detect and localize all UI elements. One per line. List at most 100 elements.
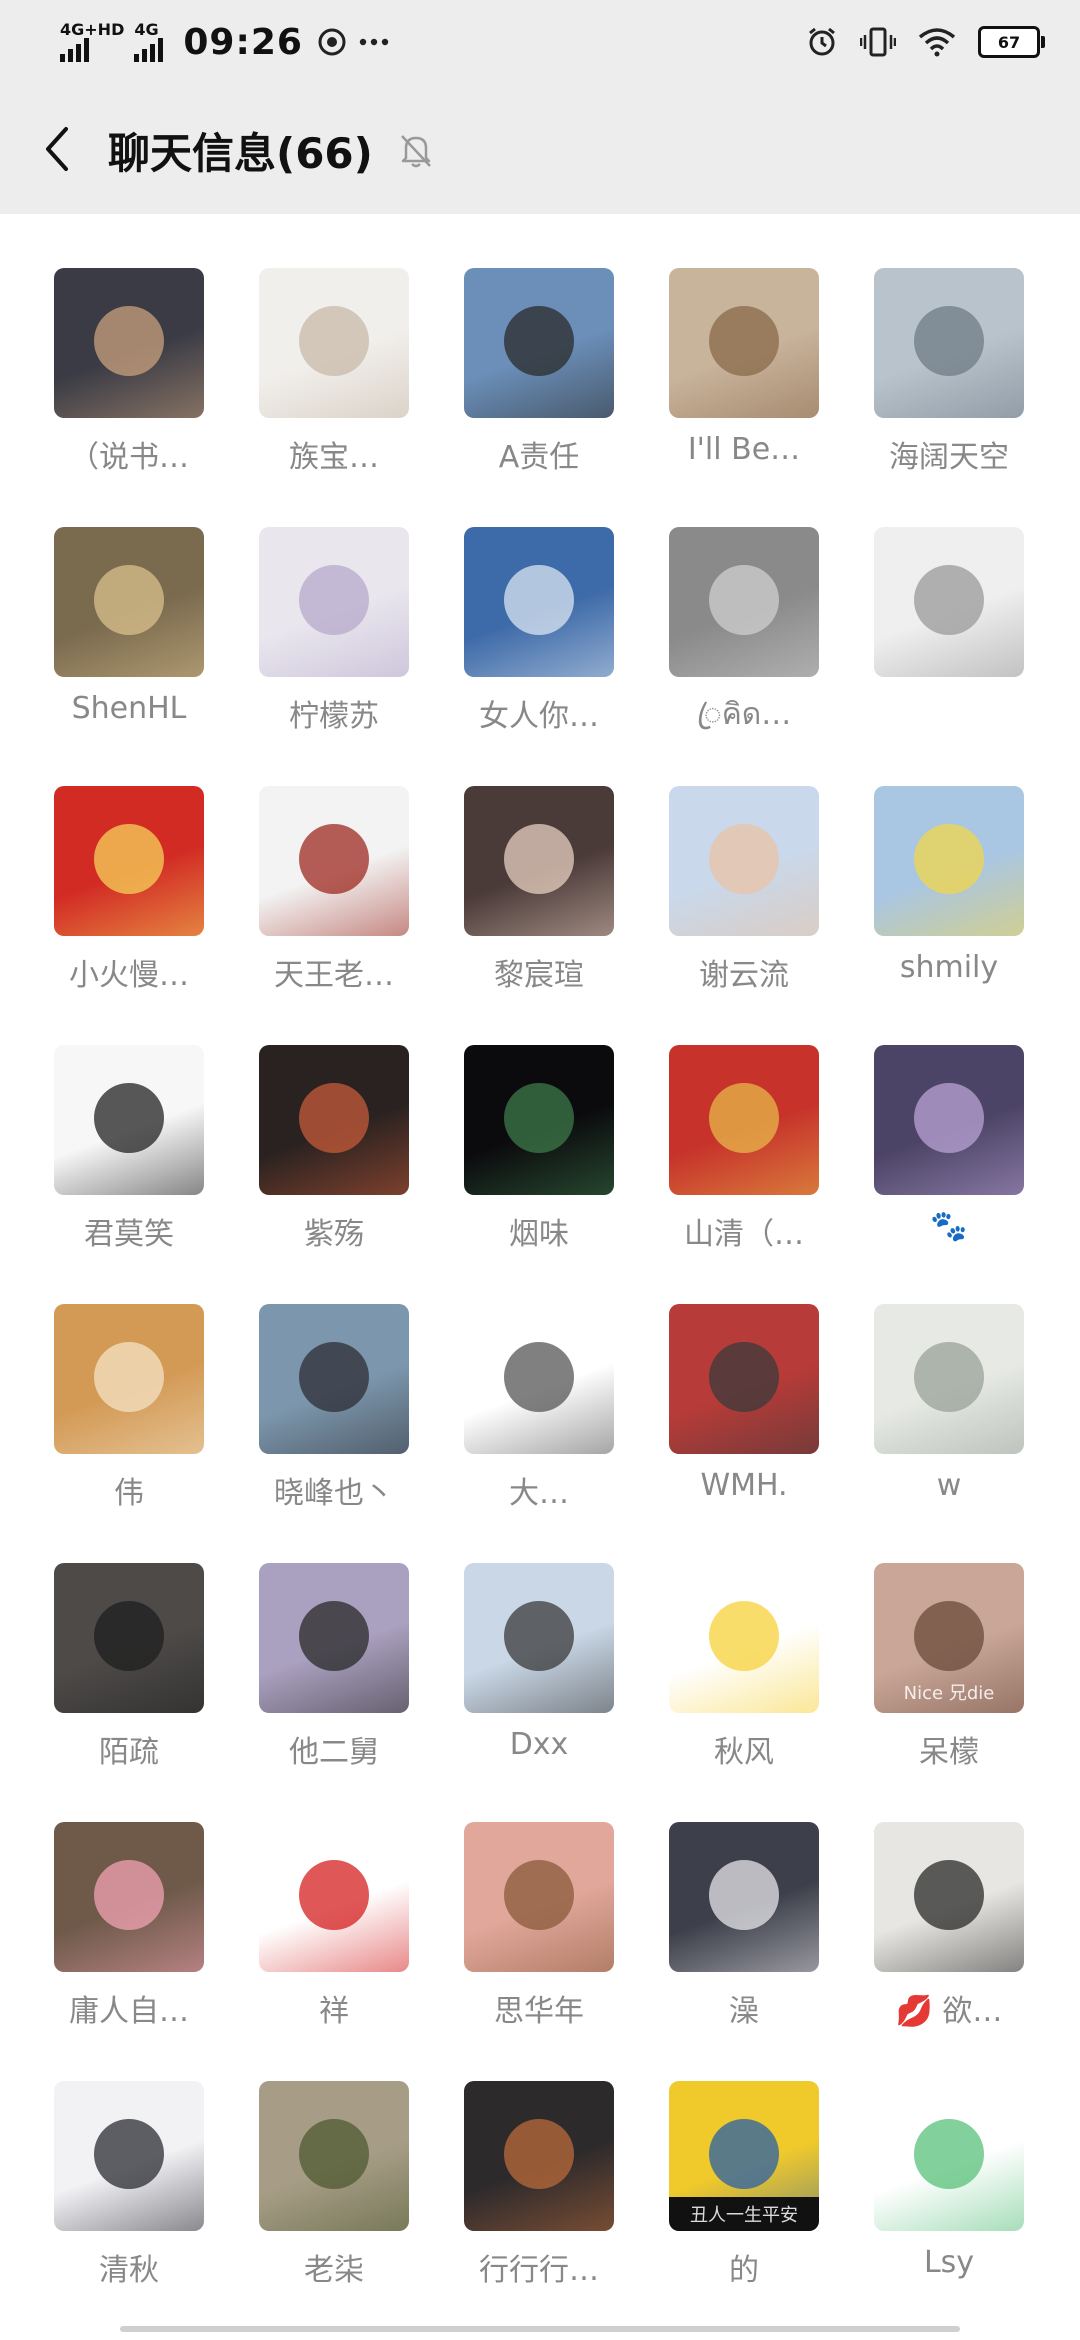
member-row: 小火慢… 天王老… 黎宸瑄 谢云流 shmily xyxy=(0,786,1080,1045)
member-item[interactable]: 伟 xyxy=(54,1304,259,1563)
avatar-figure xyxy=(504,2119,574,2189)
member-name: 呆檬 xyxy=(919,1735,979,1770)
avatar[interactable] xyxy=(54,1304,204,1454)
member-item[interactable]: shmily xyxy=(874,786,1079,1045)
member-item[interactable]: Lsy xyxy=(874,2081,1079,2340)
member-item[interactable] xyxy=(874,527,1079,786)
avatar[interactable] xyxy=(54,2081,204,2231)
member-item[interactable]: 君莫笑 xyxy=(54,1045,259,1304)
avatar[interactable] xyxy=(464,786,614,936)
member-name: ꦿคิด… xyxy=(696,697,792,732)
avatar[interactable] xyxy=(54,1045,204,1195)
member-item[interactable]: Dxx xyxy=(464,1563,669,1822)
member-name: w xyxy=(936,1468,962,1503)
avatar[interactable] xyxy=(464,1304,614,1454)
avatar[interactable]: 丑人一生平安 xyxy=(669,2081,819,2231)
avatar[interactable] xyxy=(874,1045,1024,1195)
avatar[interactable] xyxy=(54,1563,204,1713)
member-item[interactable]: 黎宸瑄 xyxy=(464,786,669,1045)
member-item[interactable]: 山清（… xyxy=(669,1045,874,1304)
member-item[interactable]: 老柒 xyxy=(259,2081,464,2340)
avatar[interactable] xyxy=(669,268,819,418)
member-item[interactable]: 秋风 xyxy=(669,1563,874,1822)
avatar[interactable] xyxy=(259,1822,409,1972)
member-name: 女人你… xyxy=(479,699,599,734)
avatar[interactable] xyxy=(464,268,614,418)
avatar-figure xyxy=(709,306,779,376)
member-item[interactable]: 清秋 xyxy=(54,2081,259,2340)
avatar-figure xyxy=(94,1601,164,1671)
avatar[interactable] xyxy=(669,527,819,677)
avatar[interactable] xyxy=(464,2081,614,2231)
avatar[interactable] xyxy=(259,1045,409,1195)
avatar[interactable] xyxy=(874,2081,1024,2231)
avatar-figure xyxy=(299,565,369,635)
member-item[interactable]: （说书… xyxy=(54,268,259,527)
avatar[interactable] xyxy=(874,527,1024,677)
member-name: 柠檬苏 xyxy=(289,699,379,734)
battery-icon: 67 xyxy=(978,26,1045,58)
member-item[interactable]: 女人你… xyxy=(464,527,669,786)
member-item[interactable]: A责任 xyxy=(464,268,669,527)
member-item[interactable]: 谢云流 xyxy=(669,786,874,1045)
member-item[interactable]: 行行行… xyxy=(464,2081,669,2340)
member-name: 小火慢… xyxy=(69,958,189,993)
member-item[interactable]: 小火慢… xyxy=(54,786,259,1045)
member-item[interactable]: 🐾 xyxy=(874,1045,1079,1304)
avatar[interactable] xyxy=(259,1563,409,1713)
avatar-figure xyxy=(914,1601,984,1671)
member-item[interactable]: 他二舅 xyxy=(259,1563,464,1822)
avatar[interactable] xyxy=(464,527,614,677)
avatar[interactable] xyxy=(669,1563,819,1713)
avatar[interactable] xyxy=(259,268,409,418)
avatar[interactable] xyxy=(874,1822,1024,1972)
member-item[interactable]: 海阔天空 xyxy=(874,268,1079,527)
member-item[interactable]: WMH. xyxy=(669,1304,874,1563)
avatar[interactable] xyxy=(54,527,204,677)
avatar[interactable] xyxy=(464,1563,614,1713)
member-item[interactable]: Nice 兄die 呆檬 xyxy=(874,1563,1079,1822)
avatar[interactable] xyxy=(259,786,409,936)
avatar[interactable] xyxy=(874,786,1024,936)
avatar[interactable] xyxy=(259,527,409,677)
member-item[interactable]: 澡 xyxy=(669,1822,874,2081)
member-item[interactable]: I'll Be… xyxy=(669,268,874,527)
mute-bell-icon xyxy=(401,135,431,168)
member-item[interactable]: 思华年 xyxy=(464,1822,669,2081)
member-item[interactable]: 大… xyxy=(464,1304,669,1563)
avatar[interactable] xyxy=(669,786,819,936)
avatar[interactable] xyxy=(54,786,204,936)
avatar[interactable] xyxy=(874,1304,1024,1454)
member-row: （说书… 族宝… A责任 I'll Be… 海阔天空 xyxy=(0,268,1080,527)
member-item[interactable]: 晓峰也丶 xyxy=(259,1304,464,1563)
avatar[interactable] xyxy=(259,2081,409,2231)
avatar[interactable] xyxy=(54,268,204,418)
avatar[interactable] xyxy=(464,1822,614,1972)
avatar[interactable] xyxy=(874,268,1024,418)
member-item[interactable]: 祥 xyxy=(259,1822,464,2081)
avatar[interactable] xyxy=(669,1045,819,1195)
avatar[interactable]: Nice 兄die xyxy=(874,1563,1024,1713)
avatar[interactable] xyxy=(464,1045,614,1195)
alarm-icon xyxy=(809,27,835,56)
member-item[interactable]: 💋 欲… xyxy=(874,1822,1079,2081)
member-item[interactable]: ꦿคิด… xyxy=(669,527,874,786)
member-item[interactable]: w xyxy=(874,1304,1079,1563)
back-button[interactable] xyxy=(36,124,76,174)
member-item[interactable]: 族宝… xyxy=(259,268,464,527)
avatar[interactable] xyxy=(669,1304,819,1454)
member-item[interactable]: 紫殇 xyxy=(259,1045,464,1304)
member-item[interactable]: 天王老… xyxy=(259,786,464,1045)
avatar[interactable] xyxy=(54,1822,204,1972)
member-item[interactable]: 烟味 xyxy=(464,1045,669,1304)
member-item[interactable]: 丑人一生平安的 xyxy=(669,2081,874,2340)
member-name: 伟 xyxy=(114,1476,144,1511)
avatar[interactable] xyxy=(669,1822,819,1972)
member-item[interactable]: ShenHL xyxy=(54,527,259,786)
member-item[interactable]: 柠檬苏 xyxy=(259,527,464,786)
member-name: A责任 xyxy=(498,440,580,475)
member-name: 的 xyxy=(729,2253,759,2288)
avatar[interactable] xyxy=(259,1304,409,1454)
member-item[interactable]: 庸人自… xyxy=(54,1822,259,2081)
member-item[interactable]: 陌疏 xyxy=(54,1563,259,1822)
